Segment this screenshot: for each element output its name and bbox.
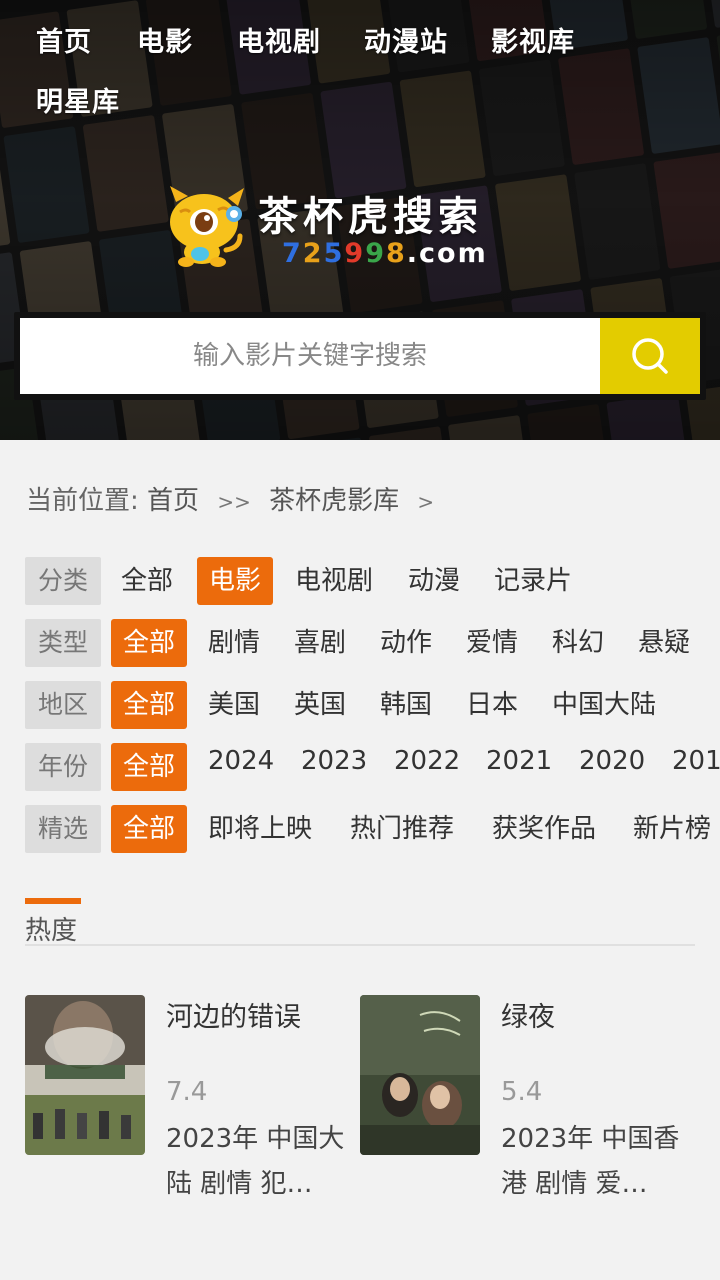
- filter-option[interactable]: 全部: [121, 557, 173, 605]
- breadcrumb-separator: >>: [217, 490, 251, 514]
- filter-row-year: 年份 全部 2024 2023 2022 2021 2020 2019: [25, 743, 720, 791]
- movie-score: 7.4: [166, 1077, 208, 1107]
- filter-option[interactable]: 科幻: [552, 619, 604, 667]
- section-accent-bar: [25, 898, 81, 904]
- filter-option[interactable]: 2020: [579, 743, 645, 785]
- filter-option[interactable]: 获奖作品: [492, 805, 596, 853]
- filter-option[interactable]: 喜剧: [294, 619, 346, 667]
- movie-poster[interactable]: [360, 995, 480, 1155]
- filter-option[interactable]: 2023: [301, 743, 367, 785]
- movie-card[interactable]: 河边的错误 7.4 2023年 中国大陆 剧情 犯…: [25, 995, 345, 1205]
- filter-option[interactable]: 记录片: [494, 557, 572, 605]
- filter-option-active[interactable]: 全部: [111, 743, 187, 791]
- filter-option[interactable]: 即将上映: [208, 805, 312, 853]
- filter-label: 类型: [25, 619, 101, 667]
- filter-option[interactable]: 电视剧: [295, 557, 373, 605]
- filter-option[interactable]: 英国: [294, 681, 346, 729]
- filter-label: 地区: [25, 681, 101, 729]
- domain-digit: 5: [323, 238, 345, 269]
- domain-digit: 9: [344, 238, 366, 269]
- section-title[interactable]: 热度: [25, 910, 77, 947]
- filter-option-active[interactable]: 全部: [111, 681, 187, 729]
- filter-option[interactable]: 日本: [466, 681, 518, 729]
- filter-row-genre: 类型 全部 剧情 喜剧 动作 爱情 科幻 悬疑: [25, 619, 720, 667]
- nav-tv[interactable]: 电视剧: [237, 20, 321, 59]
- search-input[interactable]: [20, 318, 600, 394]
- search-bar: [14, 312, 706, 400]
- breadcrumb: 当前位置: 首页 >> 茶杯虎影库 >: [26, 480, 444, 517]
- breadcrumb-trailing: >: [417, 490, 435, 514]
- breadcrumb-library[interactable]: 茶杯虎影库: [269, 486, 399, 516]
- section-header: 热度: [25, 898, 695, 946]
- logo-title: 茶杯虎搜索: [258, 194, 483, 240]
- movie-title[interactable]: 绿夜: [501, 995, 555, 1034]
- site-logo[interactable]: 茶杯虎搜索 725998.com: [162, 180, 522, 275]
- filter-option[interactable]: 中国大陆: [552, 681, 656, 729]
- filter-option-active[interactable]: 全部: [111, 805, 187, 853]
- filter-option[interactable]: 2019: [672, 743, 720, 785]
- filter-option[interactable]: 韩国: [380, 681, 432, 729]
- domain-digit: 8: [385, 238, 407, 269]
- filter-option[interactable]: 热门推荐: [350, 805, 454, 853]
- nav-library[interactable]: 影视库: [491, 20, 575, 59]
- domain-digit: 9: [365, 238, 386, 269]
- filter-option[interactable]: 爱情: [466, 619, 518, 667]
- breadcrumb-prefix: 当前位置:: [26, 486, 139, 516]
- filter-label: 精选: [25, 805, 101, 853]
- movie-card[interactable]: 绿夜 5.4 2023年 中国香港 剧情 爱…: [360, 995, 680, 1205]
- filter-row-region: 地区 全部 美国 英国 韩国 日本 中国大陆: [25, 681, 720, 729]
- movie-score: 5.4: [501, 1077, 543, 1107]
- movie-title[interactable]: 河边的错误: [166, 995, 301, 1034]
- domain-digit: 7: [282, 238, 303, 269]
- filter-option[interactable]: 美国: [208, 681, 260, 729]
- movie-meta: 2023年 中国大陆 剧情 犯…: [166, 1124, 345, 1199]
- logo-domain: 725998.com: [282, 238, 488, 269]
- filter-option[interactable]: 新片榜: [633, 805, 711, 853]
- filter-option[interactable]: 悬疑: [638, 619, 690, 667]
- filter-option[interactable]: 动作: [380, 619, 432, 667]
- header-banner: 首页 电影 电视剧 动漫站 影视库 明星库 茶杯虎搜索 725998.com: [0, 0, 720, 440]
- tiger-mascot-icon: [170, 186, 244, 267]
- domain-digit: 2: [302, 238, 324, 269]
- filter-option[interactable]: 2022: [394, 743, 460, 785]
- domain-suffix: .com: [406, 238, 488, 269]
- filter-option[interactable]: 2024: [208, 743, 274, 785]
- nav-movies[interactable]: 电影: [137, 20, 193, 59]
- nav-home[interactable]: 首页: [36, 20, 92, 59]
- filter-option-active[interactable]: 电影: [197, 557, 273, 605]
- filter-option[interactable]: 2021: [486, 743, 552, 785]
- nav-stars[interactable]: 明星库: [36, 80, 120, 119]
- filter-option[interactable]: 动漫: [408, 557, 460, 605]
- search-icon: [632, 338, 668, 374]
- filter-option[interactable]: 剧情: [208, 619, 260, 667]
- filter-row-featured: 精选 全部 即将上映 热门推荐 获奖作品 新片榜: [25, 805, 720, 853]
- filter-option-active[interactable]: 全部: [111, 619, 187, 667]
- nav-anime[interactable]: 动漫站: [364, 20, 448, 59]
- filter-row-category: 分类 全部 电影 电视剧 动漫 记录片: [25, 557, 720, 605]
- movie-poster[interactable]: [25, 995, 145, 1155]
- movie-meta: 2023年 中国香港 剧情 爱…: [501, 1124, 680, 1199]
- filter-label: 分类: [25, 557, 101, 605]
- breadcrumb-home[interactable]: 首页: [147, 486, 199, 516]
- filter-label: 年份: [25, 743, 101, 791]
- search-button[interactable]: [600, 318, 700, 394]
